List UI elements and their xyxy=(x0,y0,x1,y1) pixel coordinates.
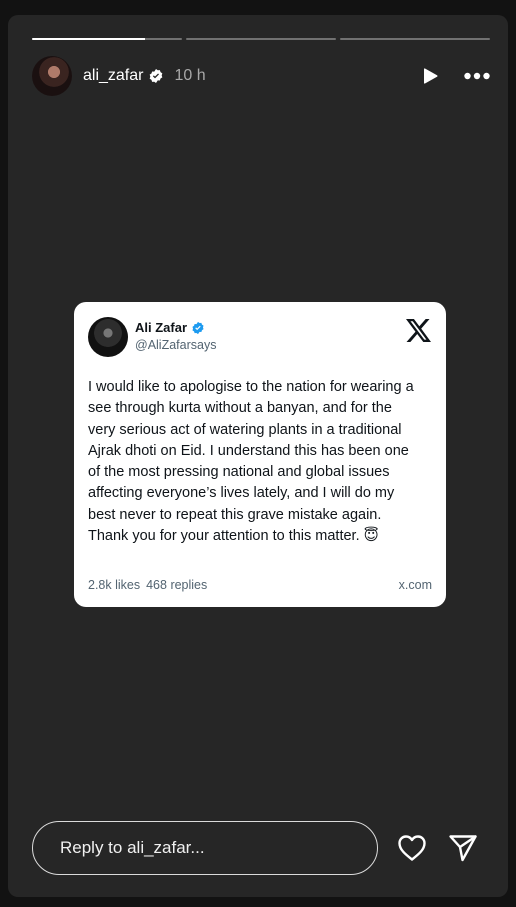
verified-badge-icon xyxy=(192,321,204,334)
tweet-replies: 468 replies xyxy=(146,578,208,592)
verified-badge-icon xyxy=(150,69,163,83)
tweet-domain: x.com xyxy=(398,578,432,592)
tweet-author-name: Ali Zafar xyxy=(135,320,188,335)
tweet-likes: 2.8k likes xyxy=(88,578,141,592)
reply-placeholder: Reply to ali_zafar... xyxy=(60,838,205,857)
like-button[interactable] xyxy=(397,834,427,867)
share-button[interactable] xyxy=(448,834,478,867)
play-button[interactable] xyxy=(420,66,440,86)
progress-segment xyxy=(340,38,490,40)
tweet-footer: 2.8k likes 468 replies x.com xyxy=(88,578,432,592)
tweet-author: Ali Zafar xyxy=(135,320,205,335)
post-time: 10 h xyxy=(174,67,206,84)
story-viewer: ali_zafar 10 h Ali Zafar @AliZafarsays I… xyxy=(8,15,508,897)
progress-fill xyxy=(32,38,145,40)
play-icon xyxy=(424,68,438,84)
tweet-text: I would like to apologise to the nation … xyxy=(88,379,414,545)
tweet-card[interactable]: Ali Zafar @AliZafarsays I would like to … xyxy=(74,302,446,607)
progress-segment xyxy=(32,38,182,40)
heart-icon xyxy=(398,835,426,861)
story-progress xyxy=(32,38,490,40)
tweet-avatar xyxy=(88,317,128,357)
username[interactable]: ali_zafar xyxy=(83,67,143,85)
tweet-handle: @AliZafarsays xyxy=(135,338,217,352)
x-logo-icon xyxy=(406,319,431,342)
more-options-button[interactable] xyxy=(464,72,490,80)
progress-segment xyxy=(186,38,336,40)
avatar[interactable] xyxy=(32,56,72,96)
send-icon xyxy=(449,835,477,862)
story-header: ali_zafar 10 h xyxy=(32,55,490,97)
more-options-icon xyxy=(464,72,490,80)
reply-input[interactable]: Reply to ali_zafar... xyxy=(32,821,378,875)
